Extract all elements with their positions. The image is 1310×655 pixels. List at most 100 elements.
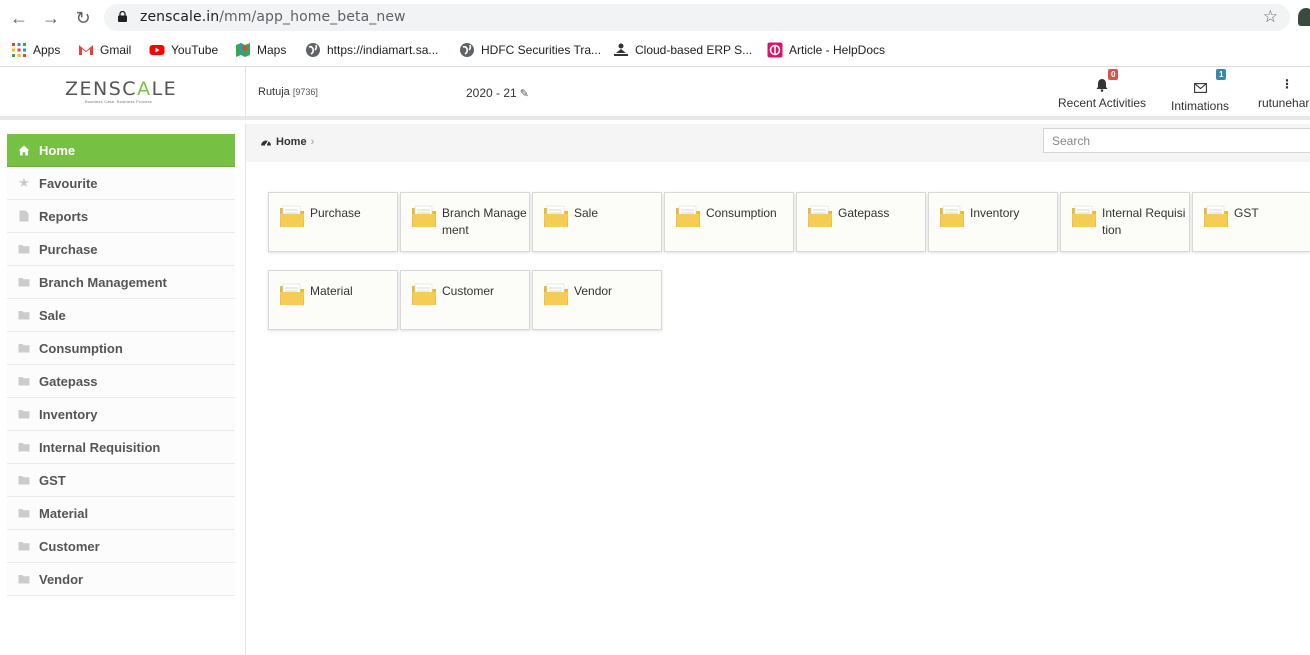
back-button[interactable]: ← — [8, 7, 30, 29]
sidebar-item-sale[interactable]: Sale — [7, 299, 235, 332]
bookmark-label: Maps — [257, 43, 287, 57]
sidebar-item-inventory[interactable]: Inventory — [7, 398, 235, 431]
bookmark-indiamart[interactable]: https://indiamart.sa... — [305, 41, 438, 59]
folder-icon — [280, 283, 304, 305]
sidebar-item-home[interactable]: Home — [7, 134, 235, 167]
sidebar-item-consumption[interactable]: Consumption — [7, 332, 235, 365]
bookmark-label: Cloud-based ERP S... — [635, 43, 753, 57]
tile-label: Vendor — [574, 284, 613, 298]
folder-icon — [544, 205, 568, 227]
tile-label: Purchase — [310, 206, 361, 220]
breadcrumb-home[interactable]: Home — [276, 136, 307, 148]
youtube-icon — [149, 45, 165, 55]
tile-branch-management[interactable]: Branch Management — [400, 192, 530, 252]
account-menu[interactable]: ⋮ rutunehare — [1258, 77, 1310, 110]
sidebar-item-label: Customer — [39, 538, 100, 554]
gmail-icon — [79, 45, 93, 55]
address-bar[interactable]: zenscale.in/mm/app_home_beta_new ☆ — [104, 4, 1290, 31]
erp-icon — [614, 43, 628, 56]
tile-label: Branch Management — [442, 206, 527, 237]
app-header: ZENSCALE Business Case. Business Process… — [0, 67, 1310, 120]
bookmark-label: https://indiamart.sa... — [327, 43, 439, 57]
edit-icon[interactable]: ✎ — [520, 88, 529, 100]
apps-grid-icon — [12, 43, 26, 57]
bookmark-label: YouTube — [171, 43, 219, 57]
tile-sale[interactable]: Sale — [532, 192, 662, 252]
browser-toolbar: ← → ↻ zenscale.in/mm/app_home_beta_new ☆ — [0, 0, 1310, 35]
home-icon — [17, 145, 31, 156]
sidebar-item-vendor[interactable]: Vendor — [7, 563, 235, 596]
bookmark-erp[interactable]: Cloud-based ERP S... — [613, 41, 752, 59]
search-input[interactable] — [1043, 128, 1310, 153]
sidebar-item-label: Internal Requisition — [39, 439, 161, 455]
sidebar-menu: Home ★ Favourite Reports Purchase Branch… — [7, 134, 235, 596]
fiscal-year[interactable]: 2020 - 21 ✎ — [466, 86, 529, 100]
tile-internal-requisition[interactable]: Internal Requisition — [1060, 192, 1190, 252]
folder-icon — [940, 205, 964, 227]
bookmark-youtube[interactable]: YouTube — [149, 41, 218, 59]
globe-icon — [460, 43, 474, 57]
bookmarks-bar: Apps Gmail YouTube Maps https://indiamar… — [0, 37, 1310, 63]
tile-gst[interactable]: GST — [1192, 192, 1310, 252]
folder-icon — [17, 574, 31, 584]
sidebar-item-label: Sale — [39, 307, 66, 323]
tile-material[interactable]: Material — [268, 270, 398, 330]
kebab-menu-icon: ⋮ — [1281, 77, 1294, 91]
folder-icon — [1072, 205, 1096, 227]
folder-icon — [280, 205, 304, 227]
tile-label: Material — [310, 284, 353, 298]
bookmark-maps[interactable]: Maps — [235, 41, 286, 59]
bookmark-label: HDFC Securities Tra... — [481, 43, 602, 57]
chevron-right-icon: › — [310, 136, 315, 148]
recent-activities-button[interactable]: Recent Activities — [1058, 77, 1146, 110]
arrow-left-icon: ← — [10, 7, 28, 28]
globe-icon — [306, 43, 320, 57]
sidebar-item-branch-management[interactable]: Branch Management — [7, 266, 235, 299]
sidebar-item-label: Home — [39, 142, 76, 158]
bookmark-label: Article - HelpDocs — [789, 43, 886, 57]
bookmark-star-icon[interactable]: ☆ — [1263, 7, 1278, 27]
folder-icon — [1204, 205, 1228, 227]
tile-label: GST — [1234, 206, 1259, 220]
bookmark-gmail[interactable]: Gmail — [78, 41, 131, 59]
recent-activities-badge: 0 — [1108, 69, 1119, 80]
folder-icon — [17, 541, 31, 551]
bookmark-helpdocs[interactable]: Article - HelpDocs — [767, 41, 885, 59]
sidebar-item-favourite[interactable]: ★ Favourite — [7, 167, 235, 200]
sidebar-item-label: Reports — [39, 208, 89, 224]
bookmark-label: Apps — [33, 43, 61, 57]
intimations-button[interactable]: Intimations — [1171, 77, 1229, 113]
folder-icon — [17, 508, 31, 518]
tile-purchase[interactable]: Purchase — [268, 192, 398, 252]
sidebar-item-internal-requisition[interactable]: Internal Requisition — [7, 431, 235, 464]
tile-consumption[interactable]: Consumption — [664, 192, 794, 252]
forward-button[interactable]: → — [40, 7, 62, 29]
intimations-label: Intimations — [1171, 99, 1230, 113]
breadcrumb: Home › — [260, 136, 314, 148]
sidebar-item-gatepass[interactable]: Gatepass — [7, 365, 235, 398]
tile-vendor[interactable]: Vendor — [532, 270, 662, 330]
sidebar-item-purchase[interactable]: Purchase — [7, 233, 235, 266]
tile-inventory[interactable]: Inventory — [928, 192, 1058, 252]
sidebar-item-material[interactable]: Material — [7, 497, 235, 530]
user-name: Rutuja [9736] — [258, 86, 318, 98]
account-label: rutunehare — [1258, 96, 1310, 110]
tile-customer[interactable]: Customer — [400, 270, 530, 330]
url-text: zenscale.in/mm/app_home_beta_new — [140, 9, 406, 25]
reload-button[interactable]: ↻ — [72, 7, 94, 29]
tile-label: Gatepass — [838, 206, 890, 220]
logo-tagline: Business Case. Business Process — [85, 99, 152, 104]
reload-icon: ↻ — [75, 7, 91, 28]
bookmark-label: Gmail — [100, 43, 132, 57]
sidebar-item-gst[interactable]: GST — [7, 464, 235, 497]
tile-label: Inventory — [970, 206, 1020, 220]
intimations-badge: 1 — [1216, 69, 1227, 80]
sidebar-item-label: Material — [39, 505, 89, 521]
sidebar-item-reports[interactable]: Reports — [7, 200, 235, 233]
bookmark-hdfc[interactable]: HDFC Securities Tra... — [459, 41, 601, 59]
tile-gatepass[interactable]: Gatepass — [796, 192, 926, 252]
sidebar-item-customer[interactable]: Customer — [7, 530, 235, 563]
logo[interactable]: ZENSCALE Business Case. Business Process — [0, 67, 246, 120]
profile-avatar[interactable] — [1298, 8, 1310, 26]
bookmark-apps[interactable]: Apps — [11, 41, 60, 59]
